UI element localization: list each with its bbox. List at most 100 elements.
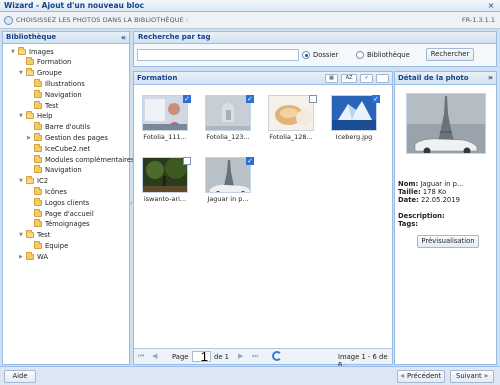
- tree-node-label: Logos clients: [45, 198, 90, 207]
- refresh-icon[interactable]: [272, 351, 282, 361]
- tree-node[interactable]: Navigation: [27, 89, 82, 100]
- tree-node-label: Help: [37, 112, 53, 121]
- version-label: FR-1.3.1.1: [461, 16, 495, 24]
- thumbnail-image[interactable]: [205, 157, 251, 193]
- view-mode-icon[interactable]: ▦: [325, 74, 338, 83]
- tree-expand-icon[interactable]: ▶: [19, 254, 25, 260]
- photo-select-checkbox[interactable]: [309, 95, 317, 103]
- select-all-icon[interactable]: ✓: [360, 74, 373, 83]
- folder-icon: [26, 57, 34, 66]
- photo-thumbnail[interactable]: ✓ Iceberg.jpg: [327, 95, 381, 144]
- photo-select-checkbox[interactable]: ✓: [183, 95, 191, 103]
- tree-node[interactable]: Modules complémentaires: [27, 154, 135, 165]
- radio-folder-dot[interactable]: [302, 51, 310, 59]
- photo-thumbnail[interactable]: ✓ Fotolia_123...: [201, 95, 255, 144]
- radio-library-dot[interactable]: [356, 51, 364, 59]
- folder-icon: [34, 240, 42, 249]
- library-title: Bibliothèque: [6, 33, 57, 41]
- tree-node-label: Modules complémentaires: [45, 155, 135, 164]
- tree-node[interactable]: ▶ WA: [19, 251, 48, 262]
- deselect-all-icon[interactable]: [376, 74, 389, 83]
- tree-collapse-icon[interactable]: ▼: [11, 49, 17, 55]
- tree-node[interactable]: ▼ Groupe: [19, 68, 62, 79]
- folder-icon: [34, 100, 42, 109]
- tree-node[interactable]: Illustrations: [27, 78, 85, 89]
- thumbnail-image[interactable]: [142, 157, 188, 193]
- photo-select-checkbox[interactable]: ✓: [246, 95, 254, 103]
- tree-collapse-icon[interactable]: ▼: [19, 232, 25, 238]
- expand-panel-icon[interactable]: »: [488, 72, 493, 84]
- radio-library[interactable]: Bibliothèque: [356, 51, 410, 59]
- thumbnail-image[interactable]: [205, 95, 251, 131]
- tree-node[interactable]: Barre d'outils: [27, 122, 90, 133]
- collapse-panel-icon[interactable]: «: [121, 32, 126, 43]
- first-page-icon[interactable]: ⏮: [138, 352, 144, 361]
- gallery-title: Formation: [137, 74, 178, 82]
- photo-select-checkbox[interactable]: ✓: [246, 157, 254, 165]
- folder-icon: [26, 251, 34, 260]
- photo-caption: Iceberg.jpg: [335, 133, 373, 141]
- tree-node-label: Barre d'outils: [45, 123, 91, 132]
- photo-select-checkbox[interactable]: ✓: [372, 95, 380, 103]
- folder-icon: [34, 165, 42, 174]
- help-button[interactable]: Aide: [4, 370, 36, 383]
- tree-node[interactable]: Témoignages: [27, 219, 90, 230]
- tag-search-panel: Recherche par tag Dossier Bibliothèque R…: [133, 31, 497, 67]
- tree-node[interactable]: ▼ Images: [11, 46, 54, 57]
- next-page-icon[interactable]: ▶: [238, 352, 243, 360]
- photo-preview-image: [406, 93, 486, 154]
- detail-header: Détail de la photo »: [395, 72, 496, 85]
- tree-node[interactable]: Icônes: [27, 186, 67, 197]
- tree-collapse-icon[interactable]: ▼: [19, 70, 25, 76]
- photo-name: Nom: Jaguar in p...: [398, 180, 464, 188]
- tree-node[interactable]: ▼ Test: [19, 230, 50, 241]
- tree-collapse-icon[interactable]: ▼: [19, 178, 25, 184]
- last-page-icon[interactable]: ⏭: [252, 352, 258, 361]
- window-titlebar: Wizard - Ajout d'un nouveau bloc ×: [0, 0, 500, 12]
- photo-thumbnail[interactable]: ✓ Fotolia_111...: [138, 95, 192, 144]
- previous-button[interactable]: « Précédent: [397, 370, 445, 383]
- tree-node[interactable]: Formation: [19, 57, 71, 68]
- folder-icon: [34, 122, 42, 131]
- tree-node-label: Images: [29, 47, 54, 56]
- tree-node[interactable]: ▶ Gestion des pages: [27, 132, 108, 143]
- prev-page-icon[interactable]: ◀: [152, 352, 157, 360]
- tree-node-label: IceCube2.net: [45, 144, 91, 153]
- tree-node[interactable]: Navigation: [27, 165, 82, 176]
- tree-node[interactable]: Equipe: [27, 240, 68, 251]
- library-header: Bibliothèque «: [3, 32, 129, 44]
- photo-select-checkbox[interactable]: [183, 157, 191, 165]
- page-number-input[interactable]: [192, 351, 211, 362]
- tree-collapse-icon[interactable]: ▼: [19, 113, 25, 119]
- tree-node[interactable]: ▼ Help: [19, 111, 53, 122]
- tree-node[interactable]: ▼ IC2: [19, 176, 48, 187]
- tree-node[interactable]: Logos clients: [27, 197, 89, 208]
- wizard-footer: Aide « Précédent Suivant »: [0, 366, 500, 385]
- radio-folder[interactable]: Dossier: [302, 51, 338, 59]
- thumbnail-image[interactable]: [268, 95, 314, 131]
- photo-detail-panel: Détail de la photo » Nom: Jaguar in p...…: [394, 71, 497, 365]
- tree-node-label: Icônes: [45, 187, 67, 196]
- thumbnail-image[interactable]: [331, 95, 377, 131]
- folder-icon: [26, 68, 34, 77]
- search-button[interactable]: Rechercher: [426, 48, 474, 61]
- photo-thumbnail[interactable]: ✓ Jaguar in p...: [201, 157, 255, 206]
- photo-thumbnail[interactable]: Fotolia_128...: [264, 95, 318, 144]
- detail-title: Détail de la photo: [398, 74, 469, 82]
- tag-search-input[interactable]: [137, 49, 299, 61]
- tree-node[interactable]: Test: [27, 100, 58, 111]
- tree-node[interactable]: IceCube2.net: [27, 143, 90, 154]
- photo-thumbnail[interactable]: iswanto-ari...: [138, 157, 192, 206]
- folder-icon: [34, 89, 42, 98]
- thumbnail-image[interactable]: [142, 95, 188, 131]
- folder-icon: [18, 46, 26, 55]
- sort-az-button[interactable]: AZ: [341, 74, 357, 83]
- tree-node-label: Test: [37, 231, 51, 240]
- preview-button[interactable]: Prévisualisation: [417, 235, 479, 248]
- photo-caption: Jaguar in p...: [207, 195, 249, 203]
- tree-expand-icon[interactable]: ▶: [27, 135, 33, 141]
- page-total-label: de 1: [214, 353, 229, 361]
- tree-node[interactable]: Page d'accueil: [27, 208, 94, 219]
- next-button[interactable]: Suivant »: [450, 370, 494, 383]
- close-icon[interactable]: ×: [486, 1, 496, 10]
